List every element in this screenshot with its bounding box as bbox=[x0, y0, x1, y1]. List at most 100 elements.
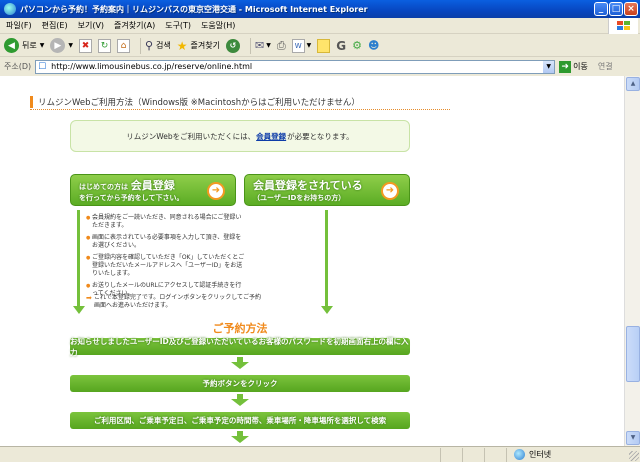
address-url: http://www.limousinebus.co.jp/reserve/on… bbox=[51, 62, 253, 71]
close-button[interactable]: × bbox=[624, 2, 638, 16]
notice-text-after: が必要となります。 bbox=[287, 131, 354, 141]
status-bar: 인터넷 bbox=[0, 446, 640, 462]
registration-step: ご登録内容を確認していただき「OK」していただくとご登録いただいたメールアドレス… bbox=[86, 254, 246, 278]
search-icon: ⚲ bbox=[144, 39, 154, 52]
menu-help[interactable]: 도움말(H) bbox=[201, 20, 235, 31]
mail-dropdown-icon[interactable]: ▼ bbox=[266, 42, 271, 49]
page-icon: ☐ bbox=[38, 61, 47, 72]
menu-file[interactable]: 파일(F) bbox=[6, 20, 32, 31]
go-button[interactable]: ➜ 이동 bbox=[559, 60, 588, 73]
registration-step: 会員規約をご一読いただき、同意される場合にご登録いただきます。 bbox=[86, 214, 246, 230]
existing-member-button[interactable]: 会員登録をされている （ユーザーIDをお持ちの方） ➜ bbox=[244, 174, 410, 206]
status-divider bbox=[440, 447, 441, 462]
favorites-button[interactable]: ★ 즐겨찾기 bbox=[177, 39, 220, 53]
member-registration-link[interactable]: 会員登録 bbox=[256, 131, 286, 142]
google-icon: G bbox=[336, 38, 347, 53]
menu-tools[interactable]: 도구(T) bbox=[165, 20, 191, 31]
registration-final-step: これで本登録完了です。ログインボタンをクリックしてご予約画面へお進みいただけます… bbox=[86, 294, 266, 310]
stop-icon: ✖ bbox=[78, 38, 92, 53]
history-icon: ↺ bbox=[226, 38, 240, 53]
toolbar: ◀ 뒤로 ▼ ▶ ▼ ✖ ↻ ⌂ ⚲ 검색 ★ 즐겨찾기 ↺ ✉ ▼ ⎙ W ▼… bbox=[0, 35, 640, 57]
edit-dropdown-icon[interactable]: ▼ bbox=[307, 42, 312, 49]
menu-bar: 파일(F) 편집(E) 보기(V) 즐겨찾기(A) 도구(T) 도움말(H) bbox=[0, 18, 640, 34]
refresh-icon: ↻ bbox=[97, 38, 111, 53]
home-icon: ⌂ bbox=[116, 38, 130, 53]
menu-edit[interactable]: 편집(E) bbox=[42, 20, 68, 31]
title-bar: パソコンから予約！予約案内｜リムジンバスの東京空港交通 - Microsoft … bbox=[0, 0, 640, 18]
research-icon: ⚙ bbox=[352, 39, 363, 52]
toolbar-separator bbox=[250, 37, 251, 54]
forward-dropdown-icon[interactable]: ▼ bbox=[68, 42, 73, 49]
status-divider bbox=[506, 447, 507, 462]
toolbar-separator bbox=[139, 37, 141, 54]
scroll-down-icon[interactable]: ▼ bbox=[626, 431, 640, 445]
registration-step: 画面に表示されている必要事項を入力して頂き、登録をお選びください。 bbox=[86, 234, 246, 250]
resize-grip-icon[interactable] bbox=[629, 451, 639, 461]
back-button[interactable]: ◀ 뒤로 ▼ bbox=[4, 38, 44, 53]
go-arrow-icon: ➜ bbox=[559, 60, 572, 73]
flow-arrow-left-icon bbox=[73, 306, 85, 314]
menu-favorites[interactable]: 즐겨찾기(A) bbox=[114, 20, 155, 31]
address-bar: 주소(D) ☐ http://www.limousinebus.co.jp/re… bbox=[0, 58, 640, 75]
search-button[interactable]: ⚲ 검색 bbox=[145, 39, 171, 52]
status-divider bbox=[462, 447, 463, 462]
heading-marker bbox=[30, 95, 33, 108]
menu-view[interactable]: 보기(V) bbox=[78, 20, 104, 31]
stop-button[interactable]: ✖ bbox=[78, 38, 92, 53]
address-dropdown-icon[interactable]: ▼ bbox=[543, 60, 555, 73]
note-button[interactable] bbox=[317, 38, 331, 53]
flow-arrow-right-icon bbox=[321, 306, 333, 314]
page-viewport: リムジンWebご利用方法（Windows版 ※Macintoshからはご利用いた… bbox=[0, 76, 624, 446]
forward-arrow-icon: ▶ bbox=[50, 38, 66, 53]
star-icon: ★ bbox=[176, 38, 188, 53]
home-button[interactable]: ⌂ bbox=[116, 38, 130, 53]
vertical-scrollbar[interactable]: ▲ ▼ bbox=[624, 76, 640, 446]
window-title: パソコンから予約！予約案内｜リムジンバスの東京空港交通 - Microsoft … bbox=[20, 4, 368, 14]
go-label: 이동 bbox=[573, 62, 588, 71]
back-arrow-icon: ◀ bbox=[4, 38, 19, 53]
back-label: 뒤로 bbox=[22, 41, 37, 50]
new-member-title: 会員登録 bbox=[130, 179, 175, 192]
messenger-button[interactable]: ☻ bbox=[368, 39, 379, 52]
procedure-title: ご予約方法 bbox=[212, 322, 268, 335]
scroll-up-icon[interactable]: ▲ bbox=[626, 77, 640, 91]
edit-button[interactable]: W ▼ bbox=[291, 38, 312, 53]
links-button[interactable]: 연결 bbox=[598, 61, 613, 72]
mail-button[interactable]: ✉ ▼ bbox=[255, 39, 271, 52]
address-input[interactable]: ☐ http://www.limousinebus.co.jp/reserve/… bbox=[35, 59, 556, 74]
notice-text-before: リムジンWebをご利用いただくには、 bbox=[126, 131, 256, 141]
procedure-step-login: お知らせしましたユーザーID及びご登録いただいているお客様のパスワードを初期画面… bbox=[70, 336, 410, 357]
step-down-arrow-icon bbox=[231, 357, 249, 369]
new-member-button[interactable]: はじめての方は 会員登録 を行ってから予約をして下さい。 ➜ bbox=[70, 174, 236, 206]
scroll-thumb[interactable] bbox=[626, 326, 640, 382]
back-dropdown-icon[interactable]: ▼ bbox=[40, 42, 45, 49]
security-zone: 인터넷 bbox=[514, 449, 551, 460]
registration-steps: 会員規約をご一読いただき、同意される場合にご登録いただきます。 画面に表示されて… bbox=[86, 214, 246, 302]
google-button[interactable]: G bbox=[336, 39, 346, 53]
ie-app-icon bbox=[4, 3, 16, 15]
messenger-icon: ☻ bbox=[368, 39, 380, 52]
maximize-button[interactable]: □ bbox=[609, 2, 623, 16]
research-button[interactable]: ⚙ bbox=[352, 39, 362, 52]
procedure-step-reserve: 予約ボタンをクリック bbox=[70, 375, 410, 392]
flow-line-right bbox=[325, 210, 328, 306]
step-down-arrow-icon bbox=[231, 431, 249, 443]
arrow-right-icon: ➜ bbox=[381, 182, 399, 200]
address-label: 주소(D) bbox=[4, 62, 32, 71]
word-icon: W bbox=[291, 38, 305, 53]
step-down-arrow-icon bbox=[231, 394, 249, 406]
search-label: 검색 bbox=[156, 41, 171, 50]
arrow-right-icon: ➜ bbox=[207, 182, 225, 200]
refresh-button[interactable]: ↻ bbox=[97, 38, 111, 53]
forward-button[interactable]: ▶ ▼ bbox=[50, 38, 73, 53]
minimize-button[interactable]: _ bbox=[594, 2, 608, 16]
note-icon bbox=[317, 38, 331, 53]
history-button[interactable]: ↺ bbox=[226, 38, 240, 53]
print-button[interactable]: ⎙ bbox=[277, 39, 286, 53]
mail-icon: ✉ bbox=[255, 39, 265, 52]
printer-icon: ⎙ bbox=[276, 38, 286, 52]
heading-text: リムジンWebご利用方法（Windows版 ※Macintoshからはご利用いた… bbox=[38, 97, 360, 108]
registration-notice: リムジンWebをご利用いただくには、 会員登録 が必要となります。 bbox=[70, 120, 410, 152]
new-member-prefix: はじめての方は bbox=[79, 183, 128, 191]
zone-label: 인터넷 bbox=[529, 450, 552, 459]
